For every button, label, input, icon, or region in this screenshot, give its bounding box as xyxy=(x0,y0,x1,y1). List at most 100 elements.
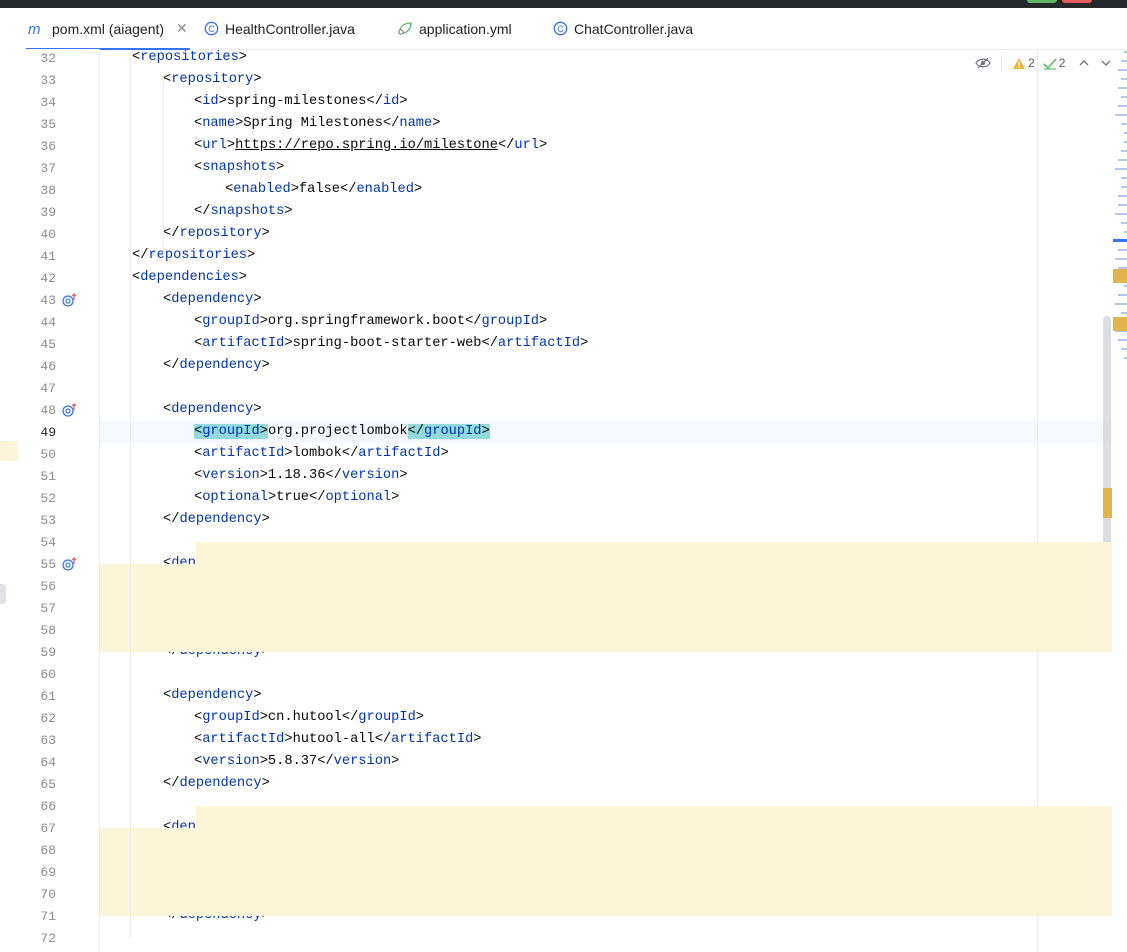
code-line[interactable]: <artifactId>lombok</artifactId> xyxy=(100,443,1112,465)
code-line[interactable]: <repository> xyxy=(100,69,1112,91)
code-line[interactable]: <optional>true</optional> xyxy=(100,487,1112,509)
code-line[interactable]: <repositories> xyxy=(100,47,1112,69)
tool-window-strip xyxy=(0,49,18,952)
maven-dependency-icon[interactable] xyxy=(62,293,78,309)
xml-text: < xyxy=(163,72,172,87)
line-number: 63 xyxy=(40,733,56,748)
xml-text: < xyxy=(194,138,203,153)
code-line[interactable]: <groupId>org.projectlombok</groupId> xyxy=(100,421,1112,443)
xml-text: > xyxy=(432,116,441,131)
inspection-widget[interactable]: 2 2 xyxy=(975,53,1111,73)
minimap-marker xyxy=(1113,269,1127,283)
xml-text: > xyxy=(261,512,270,527)
xml-text: < xyxy=(194,710,203,725)
xml-tag-name: groupId xyxy=(481,314,540,329)
minimap-line xyxy=(1121,186,1127,188)
code-line[interactable]: <groupId>org.springframework.boot</group… xyxy=(100,311,1112,333)
code-line[interactable]: </repository> xyxy=(100,223,1112,245)
line-number: 64 xyxy=(40,755,56,770)
xml-tag-name: optional xyxy=(325,490,392,505)
code-line[interactable]: <artifactId>hutool-all</artifactId> xyxy=(100,729,1112,751)
tab-chat-controller[interactable]: C ChatController.java xyxy=(553,8,693,49)
java-class-icon: C xyxy=(204,21,219,36)
line-number: 67 xyxy=(40,821,56,836)
xml-tag-name: artifactId xyxy=(202,336,285,351)
tab-health-controller[interactable]: C HealthController.java xyxy=(204,8,355,49)
warning-count: 2 xyxy=(1028,56,1035,70)
code-line[interactable]: <dependency> xyxy=(100,289,1112,311)
xml-tag-name: url xyxy=(514,138,540,153)
error-stripe[interactable] xyxy=(1113,49,1127,952)
close-icon[interactable]: ✕ xyxy=(176,20,188,37)
code-line[interactable]: <enabled>false</enabled> xyxy=(100,179,1112,201)
code-line[interactable]: </snapshots> xyxy=(100,201,1112,223)
weak-warning-icon[interactable] xyxy=(1043,57,1057,70)
minimap-line xyxy=(1118,87,1127,89)
xml-tag-name: name xyxy=(202,116,236,131)
code-line[interactable]: </dependency> xyxy=(100,773,1112,795)
xml-text: < xyxy=(194,336,203,351)
hide-annotations-icon[interactable] xyxy=(975,56,991,70)
maven-dependency-icon[interactable] xyxy=(62,557,78,573)
xml-text: < xyxy=(225,182,234,197)
xml-tag-name: repository xyxy=(171,72,254,87)
run-button[interactable] xyxy=(1027,0,1057,3)
code-line[interactable]: <version>5.8.37</version> xyxy=(100,751,1112,773)
code-line[interactable]: <url>https://repo.spring.io/milestone</u… xyxy=(100,135,1112,157)
line-number: 65 xyxy=(40,777,56,792)
previous-highlight-icon[interactable] xyxy=(1079,59,1089,67)
minimap-marker xyxy=(1113,239,1127,242)
scroll-indicator[interactable] xyxy=(0,584,6,604)
minimap-line xyxy=(1121,123,1127,125)
xml-tag-name: version xyxy=(333,754,392,769)
code-line[interactable] xyxy=(100,377,1112,399)
code-line[interactable]: <dependency> xyxy=(100,399,1112,421)
code-line[interactable]: <snapshots> xyxy=(100,157,1112,179)
tab-application-yml[interactable]: application.yml xyxy=(397,8,512,49)
stop-button[interactable] xyxy=(1062,0,1092,3)
xml-tag-name: dependency xyxy=(171,688,254,703)
code-line[interactable]: <dependencies> xyxy=(100,267,1112,289)
line-number: 32 xyxy=(40,51,56,66)
code-line[interactable] xyxy=(100,663,1112,685)
xml-tag-name: artifactId xyxy=(202,446,285,461)
code-line[interactable]: <id>spring-milestones</id> xyxy=(100,91,1112,113)
xml-text: < xyxy=(194,468,203,483)
xml-tag-name: enabled xyxy=(356,182,414,197)
xml-tag-name: optional xyxy=(202,490,268,505)
xml-tag-name: version xyxy=(202,468,260,483)
indent-guide xyxy=(163,80,164,256)
xml-tag-name: artifactId xyxy=(497,336,581,351)
line-number: 45 xyxy=(40,337,56,352)
xml-text: </ xyxy=(163,226,180,241)
line-number: 58 xyxy=(40,623,56,638)
tab-pom-xml[interactable]: m pom.xml (aiagent) ✕ xyxy=(26,8,190,50)
code-line[interactable]: <dependency> xyxy=(100,685,1112,707)
warning-icon[interactable] xyxy=(1012,57,1026,70)
code-line[interactable]: </dependency> xyxy=(100,509,1112,531)
url-link[interactable]: https://repo.spring.io/milestone xyxy=(235,138,498,153)
xml-text: >false</ xyxy=(290,182,357,197)
xml-tag-name: dependency xyxy=(171,402,254,417)
code-line[interactable]: <groupId>cn.hutool</groupId> xyxy=(100,707,1112,729)
line-number: 34 xyxy=(40,95,56,110)
minimap-line xyxy=(1115,213,1127,215)
line-number: 47 xyxy=(40,381,56,396)
line-number: 39 xyxy=(40,205,56,220)
code-line[interactable]: <artifactId>spring-boot-starter-web</art… xyxy=(100,333,1112,355)
xml-text: org.projectlombok xyxy=(267,424,408,439)
code-line[interactable]: </repositories> xyxy=(100,245,1112,267)
xml-text: > xyxy=(413,182,423,197)
tag-match-highlight: < xyxy=(194,424,203,439)
change-marker[interactable] xyxy=(1103,488,1112,518)
changed-block-highlight xyxy=(196,806,1112,828)
code-line[interactable] xyxy=(100,927,1112,949)
code-line[interactable]: <name>Spring Milestones</name> xyxy=(100,113,1112,135)
maven-dependency-icon[interactable] xyxy=(62,403,78,419)
next-highlight-icon[interactable] xyxy=(1101,59,1111,67)
xml-text: < xyxy=(194,490,203,505)
minimap-line xyxy=(1118,195,1127,197)
tab-label: application.yml xyxy=(419,20,512,37)
code-line[interactable]: </dependency> xyxy=(100,355,1112,377)
code-line[interactable]: <version>1.18.36</version> xyxy=(100,465,1112,487)
